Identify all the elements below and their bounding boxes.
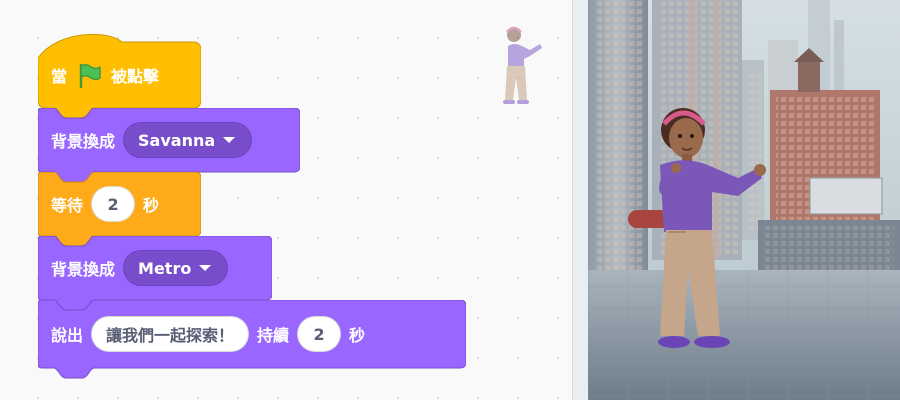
switch-backdrop-label: 背景換成: [51, 132, 116, 151]
backdrop-dropdown-value: Metro: [138, 258, 192, 278]
stage[interactable]: [588, 0, 900, 400]
wait-label: 等待: [51, 196, 84, 215]
pane-divider: [572, 0, 589, 400]
dropdown-caret-icon: [199, 265, 212, 271]
dropdown-caret-icon: [223, 137, 236, 143]
sprite-thumbnail[interactable]: [500, 24, 548, 106]
wait-seconds-input[interactable]: 2: [91, 186, 136, 222]
script-area[interactable]: 當 被點擊 背景換成 Savanna 等待 2 秒 背景換成 Metro 說出 …: [0, 0, 572, 400]
backdrop-dropdown-value: Savanna: [138, 130, 216, 150]
wait-unit-label: 秒: [143, 196, 160, 215]
say-for-label: 持續: [257, 326, 290, 345]
when-label: 當: [51, 67, 68, 86]
backdrop-dropdown[interactable]: Metro: [123, 250, 229, 286]
backdrop-dropdown[interactable]: Savanna: [123, 122, 253, 158]
say-unit-label: 秒: [349, 326, 366, 345]
say-label: 說出: [51, 326, 84, 345]
say-for-secs-block[interactable]: 說出 讓我們一起探索！ 持續 2 秒: [38, 300, 466, 380]
metro-backdrop: [588, 0, 900, 400]
switch-backdrop-label: 背景換成: [51, 260, 116, 279]
say-message-input[interactable]: 讓我們一起探索！: [91, 316, 250, 352]
clicked-label: 被點擊: [111, 67, 160, 86]
say-seconds-input[interactable]: 2: [297, 316, 342, 352]
when-flag-clicked-block[interactable]: 當 被點擊: [38, 20, 201, 120]
green-flag-icon: [79, 63, 101, 89]
